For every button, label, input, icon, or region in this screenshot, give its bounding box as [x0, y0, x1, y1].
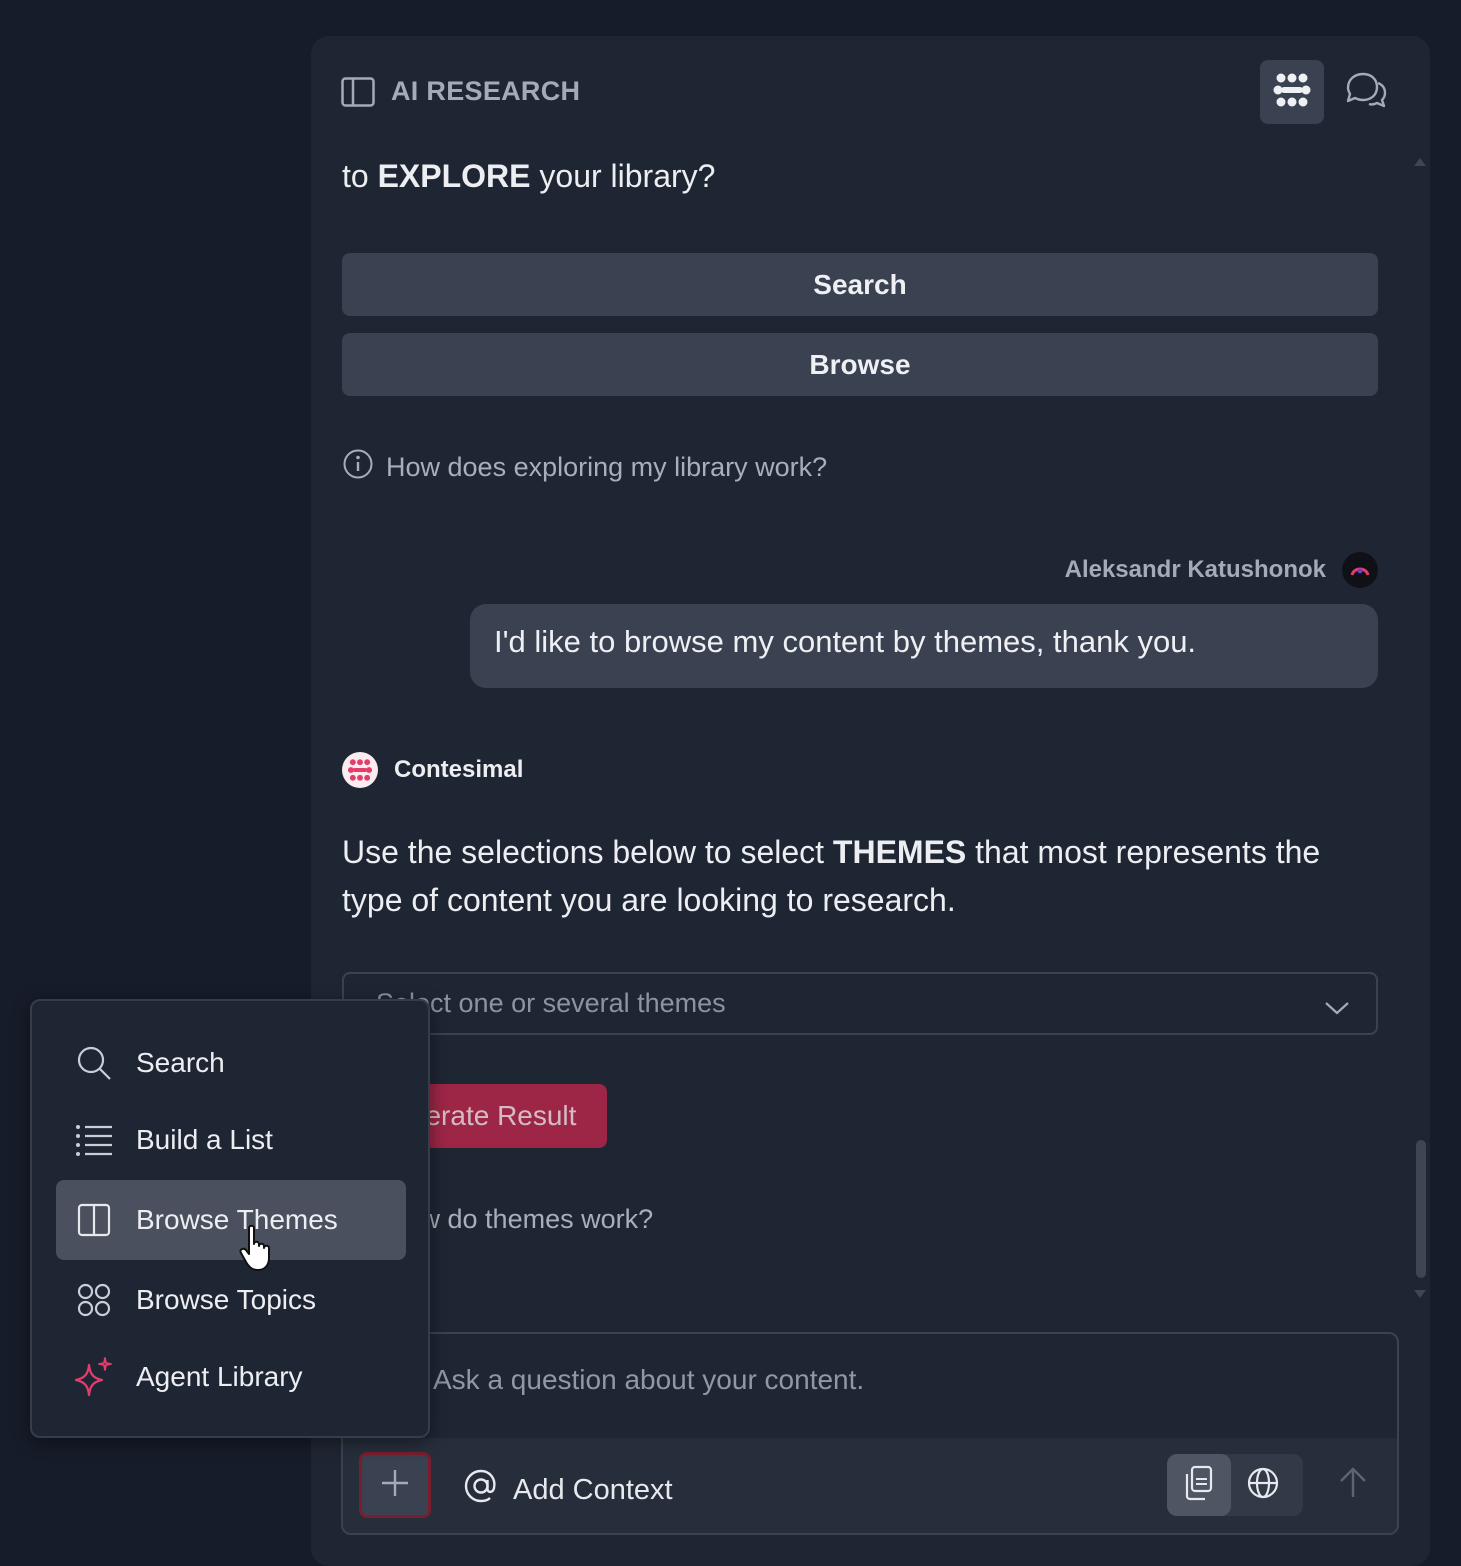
add-context-button[interactable]: Add Context — [463, 1468, 673, 1512]
documents-icon — [1183, 1465, 1215, 1506]
chat-history-button[interactable] — [1334, 60, 1398, 124]
avatar — [1342, 552, 1378, 588]
sidebar-toggle-icon[interactable] — [341, 77, 375, 107]
menu-item-label: Agent Library — [136, 1361, 303, 1392]
scrollbar-thumb[interactable] — [1416, 1140, 1426, 1278]
scroll-down-arrow[interactable] — [1413, 1286, 1427, 1304]
list-icon — [74, 1120, 114, 1160]
hand-cursor-icon — [239, 1224, 275, 1277]
menu-item-label: Browse Topics — [136, 1284, 317, 1315]
globe-icon — [1246, 1466, 1280, 1505]
sparkles-icon — [74, 1357, 114, 1397]
arrow-up-icon — [1338, 1465, 1368, 1504]
plus-icon — [379, 1467, 411, 1504]
quick-actions-menu: Search Build a List Browse Themes Browse… — [30, 999, 430, 1438]
bot-header: Contesimal — [342, 752, 523, 788]
menu-item-label: Search — [136, 1047, 225, 1078]
composer-toolbar: Add Context — [343, 1438, 1397, 1533]
question-input[interactable]: Ask a question about your content. — [433, 1364, 864, 1396]
user-header: Aleksandr Katushonok — [1065, 552, 1378, 588]
bot-message: Use the selections below to select THEME… — [342, 834, 1321, 918]
message-composer: Ask a question about your content. Add C… — [341, 1332, 1399, 1535]
search-icon — [74, 1043, 114, 1083]
menu-item-label: Browse Themes — [136, 1204, 338, 1235]
chat-bubbles-icon — [1344, 70, 1388, 115]
search-button[interactable]: Search — [342, 253, 1378, 316]
add-menu-button[interactable] — [359, 1452, 431, 1518]
send-button[interactable] — [1333, 1464, 1373, 1504]
info-icon — [342, 448, 374, 487]
knowledge-graph-icon — [1272, 70, 1312, 115]
menu-item-browse-themes[interactable]: Browse Themes — [56, 1180, 406, 1260]
columns-icon — [74, 1200, 114, 1240]
grid-circles-icon — [74, 1280, 114, 1320]
user-name: Aleksandr Katushonok — [1064, 556, 1326, 583]
panel-title: AI RESEARCH — [391, 76, 581, 106]
menu-item-search[interactable]: Search — [56, 1023, 406, 1103]
web-source-button[interactable] — [1231, 1454, 1295, 1516]
user-message: I'd like to browse my content by themes,… — [470, 604, 1378, 688]
bot-name: Contesimal — [394, 756, 524, 783]
menu-item-agent-library[interactable]: Agent Library — [56, 1337, 406, 1417]
at-sign-icon — [463, 1468, 499, 1512]
menu-item-browse-topics[interactable]: Browse Topics — [56, 1260, 406, 1340]
scroll-up-arrow[interactable] — [1413, 154, 1427, 172]
contesimal-logo-icon — [342, 752, 378, 788]
knowledge-graph-button[interactable] — [1260, 60, 1324, 124]
intro-message: to EXPLORE your library? — [342, 158, 716, 194]
menu-item-build-list[interactable]: Build a List — [56, 1100, 406, 1180]
panel-header: AI RESEARCH — [311, 36, 1430, 146]
library-source-button[interactable] — [1167, 1454, 1231, 1516]
browse-button[interactable]: Browse — [342, 333, 1378, 396]
ai-research-panel: AI RESEARCH to EXPLORE your library? Sea… — [311, 36, 1430, 1566]
themes-select[interactable]: Select one or several themes — [342, 972, 1378, 1035]
source-toggle — [1167, 1454, 1303, 1516]
menu-item-label: Build a List — [136, 1124, 273, 1155]
explore-help-text: How does exploring my library work? — [386, 452, 828, 482]
chevron-down-icon — [1324, 992, 1350, 1023]
add-context-label: Add Context — [513, 1473, 673, 1506]
explore-help-link[interactable]: How does exploring my library work? — [342, 448, 827, 487]
